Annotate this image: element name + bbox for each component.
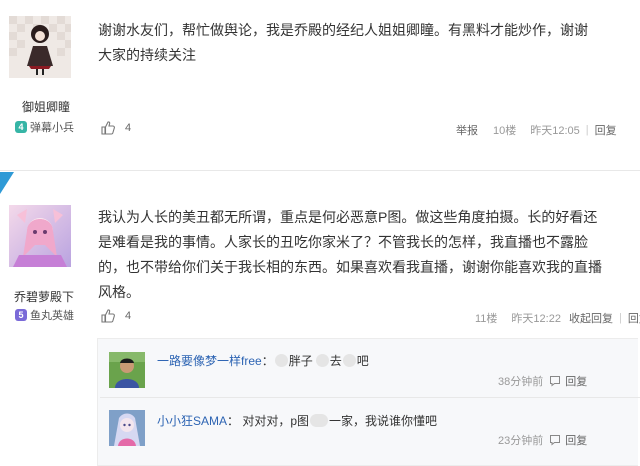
user-rank-badge: 4 弹幕小兵 xyxy=(15,119,74,135)
floor-number: 10楼 xyxy=(493,125,517,137)
like-button[interactable]: 4 xyxy=(100,120,131,136)
avatar-image xyxy=(9,205,71,267)
reply-text-part: ： 对对对，p图 xyxy=(227,414,310,428)
rank-label: 鱼丸英雄 xyxy=(30,310,74,322)
post-content: 我认为人长的美丑都无所谓，重点是何必恶意P图。做这些角度拍摄。长的好看还是难看是… xyxy=(98,209,602,300)
reply-button[interactable]: 回复 xyxy=(565,432,587,448)
user-rank-badge: 5 鱼丸英雄 xyxy=(15,307,74,323)
post-divider xyxy=(0,170,640,171)
post-meta: 11楼 昨天12:22 收起回复 | 回复 xyxy=(470,310,640,326)
reply-time: 23分钟前 xyxy=(498,435,544,447)
post-content: 谢谢水友们，帮忙做舆论，我是乔殿的经纪人姐姐卿瞳。有黑料才能炒作，谢谢大家的持续… xyxy=(98,22,588,63)
like-count: 4 xyxy=(125,122,132,134)
divider-bar: | xyxy=(585,124,589,136)
reply-text-part: 吧 xyxy=(356,354,369,368)
reply-text-part: 胖子 xyxy=(288,354,313,368)
level-badge: 4 xyxy=(15,121,27,133)
masked-text xyxy=(315,354,329,367)
comment-icon[interactable] xyxy=(549,434,561,446)
collapse-replies-button[interactable]: 收起回复 xyxy=(569,310,613,326)
thumbs-up-icon xyxy=(100,120,116,136)
comment-icon[interactable] xyxy=(549,375,561,387)
reply-text-part: ： xyxy=(261,354,274,368)
reply-username[interactable]: 一路要像梦一样free xyxy=(157,354,262,368)
floor-number: 11楼 xyxy=(475,313,498,325)
divider-bar: | xyxy=(618,312,622,324)
reply-meta: 38分钟前 回复 xyxy=(498,373,587,389)
avatar-image xyxy=(9,16,71,78)
corner-flag xyxy=(0,172,14,194)
masked-text xyxy=(274,354,288,367)
avatar[interactable] xyxy=(9,205,71,267)
reply-text: 小小狂SAMA： 对对对，p图 一家，我说谁你懂吧 xyxy=(157,412,437,429)
post-meta: 举报 10楼 昨天12:05 | 回复 xyxy=(442,122,617,138)
level-badge: 5 xyxy=(15,309,27,321)
reply-divider xyxy=(100,397,640,398)
like-button[interactable]: 4 xyxy=(100,308,131,324)
avatar[interactable] xyxy=(109,410,145,446)
masked-text xyxy=(310,414,329,427)
avatar[interactable] xyxy=(9,16,71,78)
reply-meta: 23分钟前 回复 xyxy=(498,432,587,448)
thumbs-up-icon xyxy=(100,308,116,324)
like-count: 4 xyxy=(125,310,132,322)
avatar-image xyxy=(109,352,145,388)
post-time: 昨天12:22 xyxy=(511,313,561,325)
reply-username[interactable]: 小小狂SAMA xyxy=(157,414,227,428)
report-link[interactable]: 举报 xyxy=(456,122,478,138)
reply-text: 一路要像梦一样free： 胖子 去吧 xyxy=(157,352,369,369)
post-username[interactable]: 御姐卿瞳 xyxy=(22,98,70,115)
masked-text xyxy=(342,354,356,367)
reply-text-part: 去 xyxy=(329,354,342,368)
post-username[interactable]: 乔碧萝殿下 xyxy=(14,288,74,305)
reply-time: 38分钟前 xyxy=(498,376,544,388)
avatar[interactable] xyxy=(109,352,145,388)
rank-label: 弹幕小兵 xyxy=(30,122,74,134)
post-time: 昨天12:05 xyxy=(530,125,580,137)
reply-button[interactable]: 回复 xyxy=(565,373,587,389)
reply-text-part: 一家，我说谁你懂吧 xyxy=(329,414,438,428)
avatar-image xyxy=(109,410,145,446)
reply-button[interactable]: 回复 xyxy=(595,122,617,138)
reply-button[interactable]: 回复 xyxy=(628,310,640,326)
